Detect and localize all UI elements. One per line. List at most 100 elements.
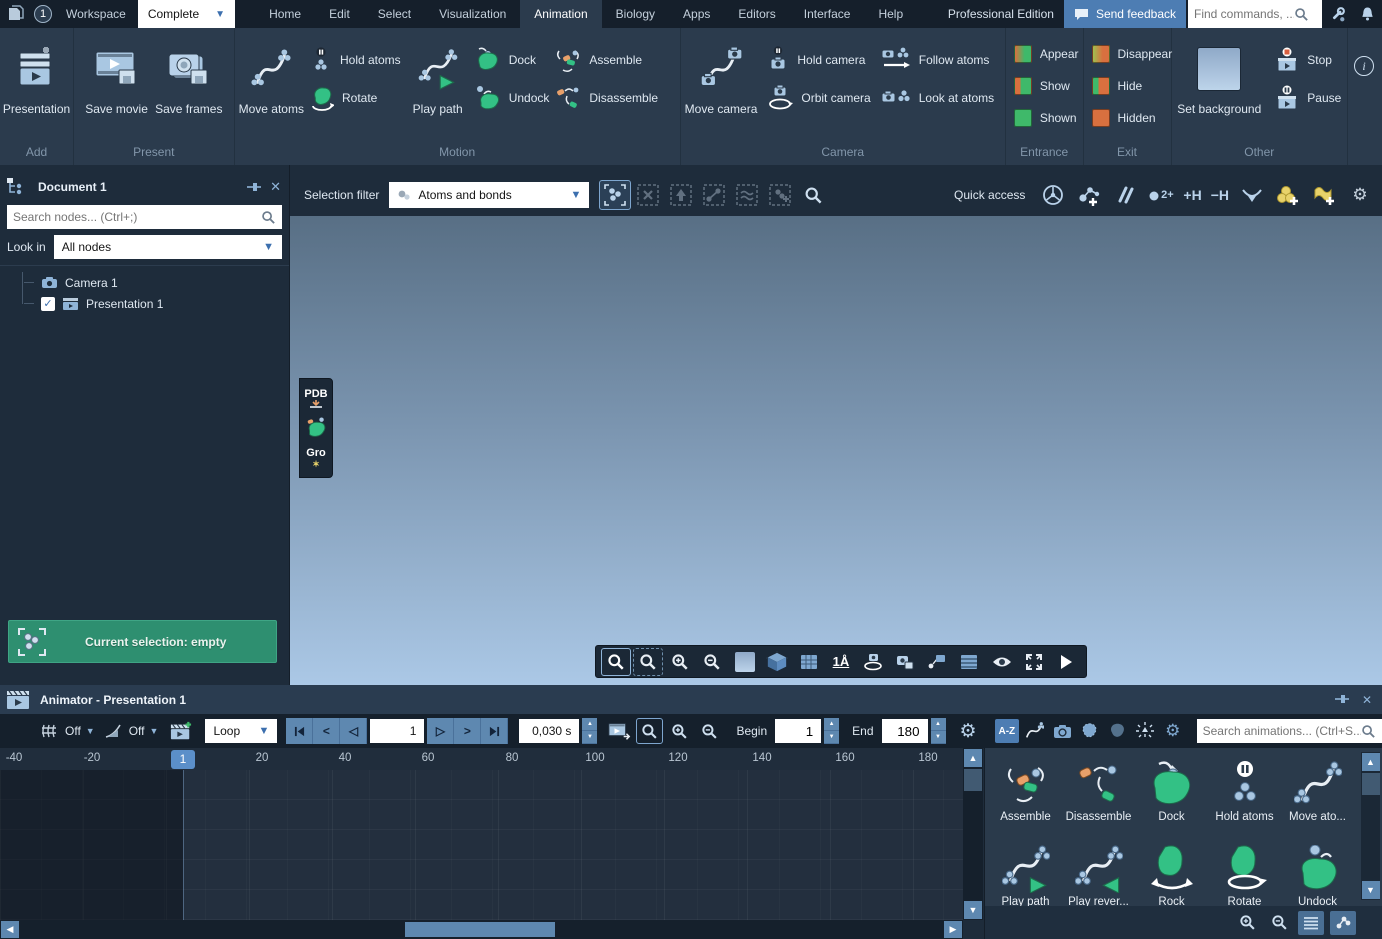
export-movie-button[interactable]: [606, 718, 633, 744]
timeline-horizontal-scrollbar[interactable]: ◀ ▶: [0, 920, 963, 939]
search-icon[interactable]: [261, 210, 276, 225]
assemble-button[interactable]: Assemble: [555, 48, 658, 73]
spin-up-button[interactable]: ▲: [582, 718, 598, 731]
move-camera-button[interactable]: Move camera: [685, 28, 757, 116]
preset-disassemble[interactable]: Disassemble: [1062, 752, 1135, 837]
menu-edit[interactable]: Edit: [315, 0, 364, 28]
preferences-icon[interactable]: [1322, 0, 1352, 28]
end-frame-input[interactable]: [889, 723, 920, 739]
settings-plus-icon[interactable]: ⚙: [1344, 180, 1376, 210]
spin-up-button[interactable]: ▲: [930, 718, 946, 731]
documents-icon[interactable]: [6, 5, 26, 23]
animator-settings-gear-icon[interactable]: ⚙: [955, 718, 982, 744]
menu-biology[interactable]: Biology: [602, 0, 669, 28]
first-frame-button[interactable]: [286, 718, 314, 744]
pin-icon[interactable]: [1334, 693, 1350, 707]
play-backward-button[interactable]: ◁: [340, 718, 368, 744]
select-similar-button[interactable]: [731, 180, 763, 210]
preset-hold-atoms[interactable]: Hold atoms: [1208, 752, 1281, 837]
stop-button[interactable]: Stop: [1275, 46, 1341, 72]
timeline-vertical-scrollbar[interactable]: ▲ ▼: [963, 748, 983, 920]
hide-button[interactable]: Hide: [1091, 74, 1173, 98]
fit-timeline-button[interactable]: [636, 718, 664, 744]
hidden-button[interactable]: Hidden: [1091, 106, 1173, 130]
preset-dock[interactable]: Dock: [1135, 752, 1208, 837]
scroll-left-button[interactable]: ◀: [1, 921, 19, 938]
viewport[interactable]: Selection filter Atoms and bonds ▼ Quick…: [290, 165, 1382, 685]
menu-animation[interactable]: Animation: [520, 0, 602, 28]
pin-icon[interactable]: [247, 181, 262, 193]
interpolation-dropdown[interactable]: Off ▼: [104, 722, 158, 740]
menu-apps[interactable]: Apps: [669, 0, 724, 28]
scrollbar-thumb[interactable]: [964, 769, 982, 791]
periodic-table-icon[interactable]: [1037, 180, 1069, 210]
shown-button[interactable]: Shown: [1013, 106, 1079, 130]
menu-select[interactable]: Select: [364, 0, 425, 28]
look-in-dropdown[interactable]: All nodes ▼: [53, 235, 282, 259]
sort-az-button[interactable]: A-Z: [995, 719, 1019, 743]
scroll-up-button[interactable]: ▲: [1361, 753, 1380, 771]
disappear-button[interactable]: Disappear: [1091, 42, 1172, 66]
search-icon[interactable]: [1294, 7, 1309, 22]
tree-node-presentation[interactable]: ✓ Presentation 1: [24, 293, 289, 314]
send-feedback-button[interactable]: Send feedback: [1063, 0, 1186, 28]
scroll-down-button[interactable]: ▼: [1361, 881, 1380, 899]
menu-interface[interactable]: Interface: [790, 0, 865, 28]
presentation-button[interactable]: Presentation: [3, 28, 70, 116]
pdb-download-button[interactable]: PDB: [301, 383, 331, 413]
move-atoms-button[interactable]: Move atoms: [239, 28, 304, 116]
spin-down-button[interactable]: ▼: [582, 731, 598, 744]
panel-button[interactable]: [954, 648, 984, 676]
list-view-button[interactable]: [1298, 910, 1324, 935]
document-count-badge[interactable]: 1: [34, 5, 52, 23]
preset-assemble[interactable]: Assemble: [989, 752, 1062, 837]
checkbox-checked[interactable]: ✓: [41, 296, 55, 311]
ion-charge-icon[interactable]: 2+: [1145, 180, 1177, 210]
filter-settings-gear-icon[interactable]: ⚙: [1161, 719, 1185, 743]
selection-filter-dropdown[interactable]: Atoms and bonds ▼: [389, 182, 590, 208]
timeline-ruler[interactable]: -40 -20 1 20 40 60 80 100 120 140 160 18…: [0, 748, 963, 770]
scrollbar-thumb[interactable]: [1361, 773, 1380, 795]
add-bond-icon[interactable]: [1109, 180, 1141, 210]
dock-button[interactable]: Dock: [475, 47, 550, 72]
tree-node-camera[interactable]: Camera 1: [24, 272, 289, 293]
close-icon[interactable]: ✕: [1362, 693, 1372, 707]
hold-camera-button[interactable]: Hold camera: [767, 46, 870, 72]
current-frame-input[interactable]: [378, 724, 417, 738]
save-movie-button[interactable]: Save movie: [85, 28, 148, 116]
zoom-region-button[interactable]: [633, 647, 664, 676]
previous-keyframe-button[interactable]: <: [313, 718, 341, 744]
zoom-in-button[interactable]: [665, 648, 695, 676]
add-hydrogens-button[interactable]: +H: [1180, 187, 1204, 203]
spin-up-button[interactable]: ▲: [824, 718, 840, 731]
begin-frame-input[interactable]: [783, 723, 814, 739]
look-at-atoms-button[interactable]: Look at atoms: [881, 86, 994, 110]
camera-orbit-button[interactable]: [858, 648, 888, 676]
spin-down-button[interactable]: ▼: [824, 731, 840, 744]
menu-visualization[interactable]: Visualization: [425, 0, 520, 28]
search-nodes-input[interactable]: [13, 210, 261, 224]
filter-groups-icon[interactable]: [1106, 719, 1130, 743]
menu-home[interactable]: Home: [255, 0, 315, 28]
play-forward-button[interactable]: ▷: [427, 718, 455, 744]
grid-button[interactable]: [794, 648, 824, 676]
fullscreen-button[interactable]: [1019, 648, 1049, 676]
scroll-right-button[interactable]: ▶: [944, 921, 962, 938]
visibility-eye-button[interactable]: [987, 648, 1017, 676]
filter-atoms-icon[interactable]: [1078, 719, 1102, 743]
gromacs-button[interactable]: Gro ✶: [301, 443, 331, 473]
scroll-down-button[interactable]: ▼: [964, 901, 982, 919]
select-up-button[interactable]: [665, 180, 697, 210]
filter-light-icon[interactable]: [1133, 719, 1157, 743]
background-button[interactable]: [730, 648, 760, 676]
appear-button[interactable]: Appear: [1013, 42, 1079, 66]
current-frame-marker[interactable]: 1: [171, 750, 195, 769]
timeline-zoom-in-button[interactable]: [666, 718, 693, 744]
pause-button[interactable]: Pause: [1275, 84, 1341, 110]
zoom-tool-button[interactable]: [601, 647, 632, 676]
rotate-button[interactable]: Rotate: [310, 86, 401, 111]
notifications-bell-icon[interactable]: [1352, 0, 1382, 28]
disassemble-button[interactable]: Disassemble: [555, 86, 658, 110]
clear-selection-button[interactable]: [632, 180, 664, 210]
timeline-playhead[interactable]: [183, 770, 184, 920]
